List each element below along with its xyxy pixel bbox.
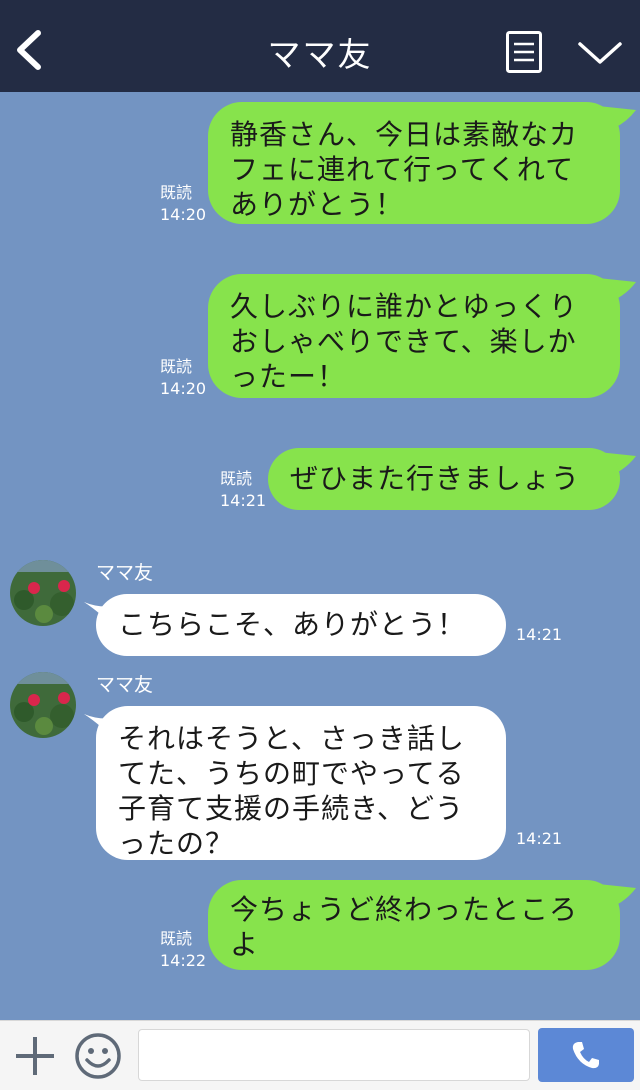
menu-list-icon — [506, 31, 542, 73]
chat-area[interactable]: 既読 14:20 静香さん、今日は素敵なカ フェに連れて行ってくれて ありがとう… — [0, 92, 640, 1020]
add-button[interactable] — [12, 1033, 58, 1079]
call-button[interactable] — [538, 1028, 634, 1082]
message-line: こちらこそ、ありがとう！ — [118, 608, 467, 641]
chevron-down-icon — [578, 42, 622, 64]
message-line: 子育て支援の手続き、どう — [118, 792, 465, 825]
outgoing-message: 既読 14:20 久しぶりに誰かとゆっくり おしゃべりできて、楽しか ったー！ — [0, 268, 640, 408]
message-time: 14:20 — [160, 205, 207, 224]
read-status: 既読 — [160, 183, 193, 202]
message-line: それはそうと、さっき話し — [118, 722, 465, 755]
avatar-image — [10, 672, 76, 738]
avatar[interactable] — [10, 560, 76, 626]
outgoing-message: 既読 14:21 ぜひまた行きましょう — [0, 442, 640, 522]
phone-icon — [572, 1042, 599, 1069]
emoji-smile-icon — [75, 1033, 121, 1079]
read-status: 既読 — [160, 357, 193, 376]
chevron-down-button[interactable] — [576, 36, 624, 70]
emoji-button[interactable] — [74, 1032, 122, 1080]
outgoing-bubble[interactable]: 今ちょうど終わったところ よ — [208, 880, 620, 970]
back-arrow-icon — [17, 30, 41, 70]
message-line: ありがとう！ — [230, 188, 405, 221]
outgoing-bubble[interactable]: 久しぶりに誰かとゆっくり おしゃべりできて、楽しか ったー！ — [208, 274, 620, 398]
message-line: 久しぶりに誰かとゆっくり — [230, 290, 579, 323]
message-line: フェに連れて行ってくれて — [230, 153, 575, 186]
read-status: 既読 — [160, 929, 193, 948]
message-time: 14:20 — [160, 379, 207, 398]
chat-header: ママ友 — [0, 0, 640, 92]
outgoing-message: 既読 14:20 静香さん、今日は素敵なカ フェに連れて行ってくれて ありがとう… — [0, 92, 640, 232]
sender-name: ママ友 — [96, 562, 154, 584]
incoming-bubble[interactable]: こちらこそ、ありがとう！ — [96, 594, 506, 656]
plus-icon — [16, 1037, 54, 1075]
outgoing-bubble[interactable]: ぜひまた行きましょう — [268, 448, 620, 510]
message-meta: 既読 14:20 — [160, 356, 206, 400]
message-meta: 既読 14:20 — [160, 182, 206, 226]
message-line: ったの？ — [118, 827, 235, 860]
sender-name: ママ友 — [96, 674, 154, 696]
input-bar — [0, 1020, 640, 1090]
outgoing-bubble[interactable]: 静香さん、今日は素敵なカ フェに連れて行ってくれて ありがとう！ — [208, 102, 620, 224]
message-meta: 既読 14:21 — [220, 468, 266, 512]
message-line: ぜひまた行きましょう — [290, 462, 581, 495]
message-time: 14:21 — [516, 625, 563, 644]
message-line: おしゃべりできて、楽しか — [230, 325, 577, 358]
chat-title: ママ友 — [267, 35, 373, 74]
incoming-message: ママ友 それはそうと、さっき話し てた、うちの町でやってる 子育て支援の手続き、… — [0, 672, 640, 872]
message-time: 14:21 — [516, 829, 563, 848]
message-line: てた、うちの町でやってる — [118, 757, 465, 790]
back-button[interactable] — [10, 25, 52, 75]
outgoing-message: 既読 14:22 今ちょうど終わったところ よ — [0, 874, 640, 974]
message-input[interactable] — [138, 1029, 530, 1081]
menu-button[interactable] — [506, 31, 542, 73]
incoming-bubble[interactable]: それはそうと、さっき話し てた、うちの町でやってる 子育て支援の手続き、どう っ… — [96, 706, 506, 860]
message-line: 今ちょうど終わったところ — [230, 893, 579, 926]
message-line: よ — [230, 928, 260, 961]
incoming-message: ママ友 こちらこそ、ありがとう！ 14:21 — [0, 560, 640, 660]
message-time: 14:22 — [160, 951, 207, 970]
message-line: ったー！ — [230, 360, 347, 393]
message-time: 14:21 — [220, 491, 267, 510]
avatar[interactable] — [10, 672, 76, 738]
message-line: 静香さん、今日は素敵なカ — [230, 118, 579, 151]
message-meta: 既読 14:22 — [160, 928, 206, 972]
avatar-image — [10, 560, 76, 626]
read-status: 既読 — [220, 469, 253, 488]
